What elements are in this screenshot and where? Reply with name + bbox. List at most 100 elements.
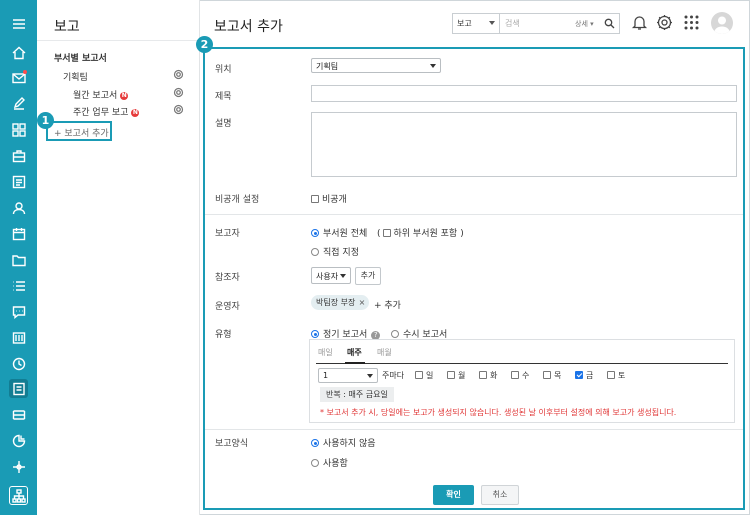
day-label: 화 (490, 371, 498, 380)
day-tue-checkbox[interactable]: 화 (479, 370, 497, 381)
reporter-direct-radio[interactable]: 직접 지정 (311, 245, 359, 258)
dashboard-icon[interactable] (9, 120, 28, 139)
radio-icon (391, 330, 399, 338)
search-detail-toggle[interactable]: 상세 ▾ (575, 19, 594, 29)
callout-marker-1: 1 (37, 112, 54, 129)
chart-icon[interactable] (9, 328, 28, 347)
notification-dot (23, 70, 27, 74)
day-thu-checkbox[interactable]: 목 (543, 370, 561, 381)
day-label: 수 (522, 371, 530, 380)
remove-icon[interactable]: × (359, 295, 366, 310)
search-scope-value: 보고 (457, 19, 472, 28)
clock-icon[interactable] (9, 354, 28, 373)
week-interval-value: 1 (323, 371, 329, 380)
chevron-down-icon (340, 274, 346, 278)
user-avatar-icon (714, 16, 730, 34)
format-none-radio[interactable]: 사용하지 않음 (311, 436, 376, 449)
description-textarea[interactable] (311, 112, 737, 177)
search-icon[interactable] (604, 18, 615, 29)
chevron-down-icon (367, 374, 373, 378)
report-label: 월간 보고서 (73, 91, 118, 101)
page-title: 보고서 추가 (214, 19, 283, 35)
day-wed-checkbox[interactable]: 수 (511, 370, 529, 381)
checkbox-icon (415, 371, 423, 379)
briefcase-icon[interactable] (9, 146, 28, 165)
weekly-gear-icon[interactable] (173, 104, 184, 115)
day-fri-checkbox[interactable]: 금 (575, 370, 593, 381)
chat-icon[interactable] (9, 302, 28, 321)
org-chart-icon[interactable] (9, 486, 28, 505)
radio-icon (311, 248, 319, 256)
day-label: 금 (586, 371, 594, 380)
search-scope-select[interactable]: 보고 (453, 14, 500, 33)
sidebar-item-monthly-report[interactable]: 월간 보고서 N (73, 88, 129, 101)
radio-icon (311, 439, 319, 447)
compose-icon[interactable] (9, 94, 28, 113)
reporter-option-label: 부서원 전체 (323, 229, 368, 239)
report-sidebar: 보고 부서별 보고서 기획팀 월간 보고서 N 주간 업무 보고 N + 보고서 추… (37, 0, 200, 515)
every-week-label: 주마다 (382, 371, 405, 380)
sidebar-divider (37, 40, 200, 41)
sidebar-item-weekly-report[interactable]: 주간 업무 보고 N (73, 105, 140, 118)
week-interval-select[interactable]: 1 (318, 368, 378, 383)
bell-icon[interactable] (631, 14, 648, 31)
stack-icon[interactable] (9, 405, 28, 424)
reporter-label: 보고자 (215, 229, 240, 239)
location-value: 기획팀 (316, 62, 339, 71)
paren-open: ( (377, 229, 381, 239)
calendar-icon[interactable] (9, 224, 28, 243)
checkbox-icon (607, 371, 615, 379)
operator-add-button[interactable]: + 추가 (374, 298, 401, 311)
checkbox-checked-icon (575, 371, 583, 379)
checkbox-icon (511, 371, 519, 379)
reference-add-button[interactable]: 추가 (355, 267, 381, 285)
add-report-button[interactable]: + 보고서 추가 (46, 121, 112, 141)
menu-icon[interactable] (9, 14, 28, 33)
stats-icon[interactable] (9, 431, 28, 450)
tab-daily[interactable]: 매일 (318, 347, 333, 358)
tab-weekly[interactable]: 매주 (347, 347, 362, 358)
operator-name: 박팀장 부장 (316, 298, 356, 307)
title-input[interactable] (311, 85, 737, 102)
creation-notice: * 보고서 추가 시, 당일에는 보고가 생성되지 않습니다. 생성된 날 이후… (320, 408, 677, 417)
reference-type-value: 사용자 (316, 272, 339, 281)
search-input[interactable]: 검색 (505, 18, 520, 29)
report-icon[interactable] (9, 379, 28, 398)
folder-icon[interactable] (9, 250, 28, 269)
list-icon[interactable] (9, 276, 28, 295)
day-sun-checkbox[interactable]: 일 (415, 370, 433, 381)
tab-monthly[interactable]: 매월 (377, 347, 392, 358)
report-form-panel: 2 위치 기획팀 제목 설명 비공개 설정 비공개 보고자 부서원 전체 (하위… (196, 36, 745, 510)
app-grid-icon[interactable] (683, 14, 700, 31)
format-option-label: 사용함 (323, 459, 348, 469)
sidebar-title: 보고 (54, 19, 80, 35)
day-mon-checkbox[interactable]: 월 (447, 370, 465, 381)
sidebar-item-team[interactable]: 기획팀 (63, 70, 88, 83)
divider (205, 214, 743, 215)
home-icon[interactable] (9, 43, 28, 62)
avatar[interactable] (711, 12, 733, 34)
day-sat-checkbox[interactable]: 토 (607, 370, 625, 381)
confirm-button[interactable]: 확인 (433, 485, 474, 505)
apps-plus-icon[interactable] (9, 457, 28, 476)
format-option-label: 사용하지 않음 (323, 439, 376, 449)
mail-icon[interactable] (9, 68, 28, 87)
reference-type-select[interactable]: 사용자 (311, 267, 351, 284)
reporter-option-label: 직접 지정 (323, 248, 359, 258)
checkbox-icon (543, 371, 551, 379)
day-label: 월 (458, 371, 466, 380)
tab-active-underline (345, 362, 365, 364)
monthly-gear-icon[interactable] (173, 87, 184, 98)
location-select[interactable]: 기획팀 (311, 58, 441, 73)
board-icon[interactable] (9, 172, 28, 191)
settings-gear-icon[interactable] (656, 14, 673, 31)
include-sub-checkbox[interactable]: (하위 부서원 포함) (377, 226, 464, 239)
day-label: 토 (618, 371, 626, 380)
tab-divider (316, 363, 728, 364)
format-use-radio[interactable]: 사용함 (311, 456, 348, 469)
cancel-button[interactable]: 취소 (481, 485, 519, 505)
reporter-all-radio[interactable]: 부서원 전체 (311, 226, 367, 239)
contacts-icon[interactable] (9, 198, 28, 217)
team-gear-icon[interactable] (173, 69, 184, 80)
private-checkbox[interactable]: 비공개 (311, 192, 347, 205)
